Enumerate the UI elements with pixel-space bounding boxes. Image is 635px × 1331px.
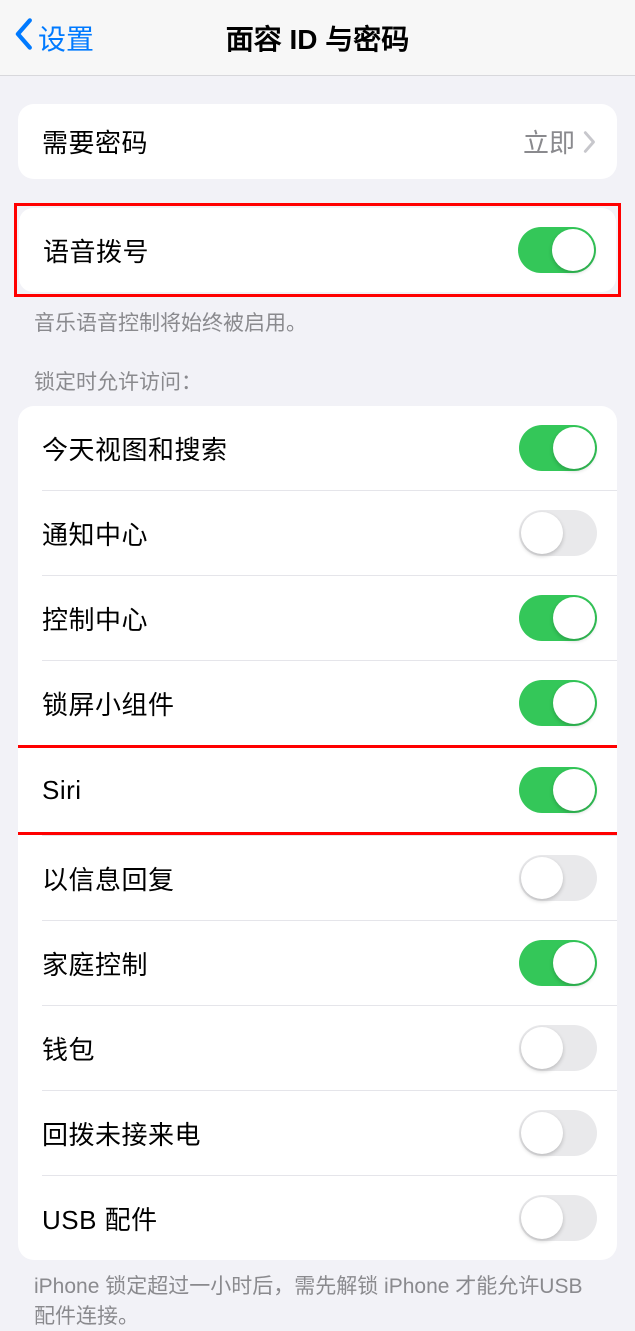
locked-access-group: 今天视图和搜索通知中心控制中心锁屏小组件 Siri 以信息回复家庭控制钱包回拨未接来… [18, 406, 617, 1260]
locked-access-toggle[interactable] [519, 1110, 597, 1156]
require-passcode-value: 立即 [523, 123, 575, 160]
locked-access-row: 控制中心 [42, 575, 617, 660]
locked-access-item-label: 控制中心 [42, 600, 148, 637]
require-passcode-label: 需要密码 [42, 123, 148, 160]
locked-access-item-label: 通知中心 [42, 515, 148, 552]
voice-dial-label: 语音拨号 [43, 232, 149, 269]
locked-access-row: 家庭控制 [42, 920, 617, 1005]
locked-access-item-label: 今天视图和搜索 [42, 430, 228, 467]
locked-access-toggle[interactable] [519, 680, 597, 726]
chevron-left-icon [12, 17, 34, 58]
locked-access-row: 钱包 [42, 1005, 617, 1090]
locked-access-row: 通知中心 [42, 490, 617, 575]
locked-access-toggle[interactable] [519, 595, 597, 641]
locked-access-toggle[interactable] [519, 510, 597, 556]
locked-access-row: 今天视图和搜索 [18, 406, 617, 490]
locked-access-item-label: Siri [42, 775, 82, 806]
voice-dial-toggle[interactable] [518, 227, 596, 273]
locked-access-toggle[interactable] [519, 855, 597, 901]
locked-access-item-label: 家庭控制 [42, 945, 148, 982]
locked-access-item-label: 锁屏小组件 [42, 685, 175, 722]
locked-access-item-label: 钱包 [42, 1030, 95, 1067]
locked-access-toggle[interactable] [519, 1025, 597, 1071]
chevron-right-icon [583, 130, 597, 154]
locked-access-header: 锁定时允许访问： [0, 338, 635, 396]
locked-access-toggle[interactable] [519, 767, 597, 813]
locked-access-row: Siri [18, 745, 617, 835]
navigation-bar: 设置 面容 ID 与密码 [0, 0, 635, 76]
locked-access-row: USB 配件 [42, 1175, 617, 1260]
locked-access-row: 以信息回复 [42, 835, 617, 920]
locked-access-footer: iPhone 锁定超过一小时后，需先解锁 iPhone 才能允许USB 配件连接… [0, 1260, 635, 1331]
voice-dial-footer: 音乐语音控制将始终被启用。 [0, 297, 635, 338]
require-passcode-group: 需要密码 立即 [18, 104, 617, 179]
back-label: 设置 [38, 18, 94, 58]
locked-access-toggle[interactable] [519, 1195, 597, 1241]
voice-dial-row: 语音拨号 [19, 208, 616, 292]
locked-access-item-label: 回拨未接来电 [42, 1115, 201, 1152]
back-button[interactable]: 设置 [0, 17, 94, 58]
locked-access-item-label: 以信息回复 [42, 860, 175, 897]
page-title: 面容 ID 与密码 [0, 18, 635, 58]
locked-access-item-label: USB 配件 [42, 1200, 158, 1237]
locked-access-toggle[interactable] [519, 425, 597, 471]
locked-access-row: 锁屏小组件 [42, 660, 617, 745]
locked-access-row: 回拨未接来电 [42, 1090, 617, 1175]
locked-access-toggle[interactable] [519, 940, 597, 986]
voice-dial-highlight: 语音拨号 [14, 203, 621, 297]
require-passcode-row[interactable]: 需要密码 立即 [18, 104, 617, 179]
